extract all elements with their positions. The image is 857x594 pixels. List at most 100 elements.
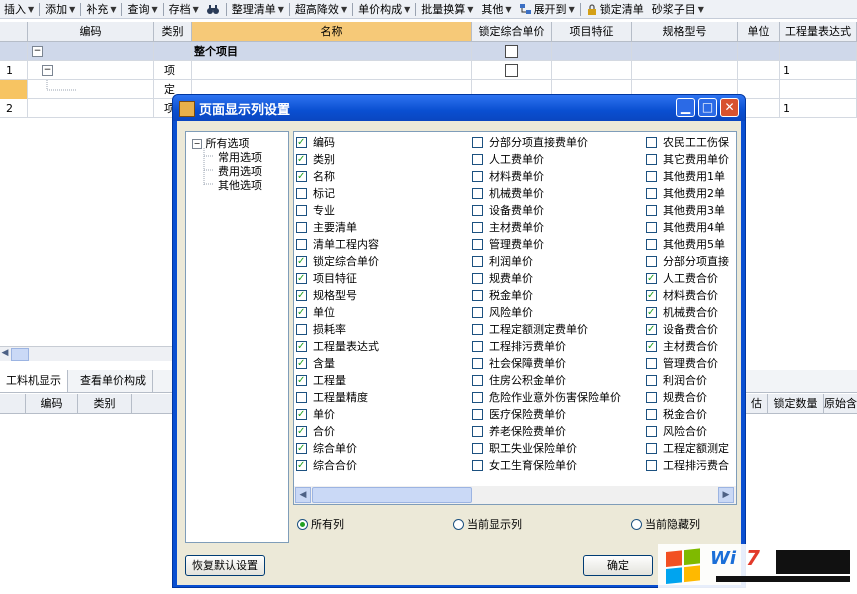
minimize-button[interactable]: ▁ <box>676 98 695 117</box>
scroll-left-arrow-icon[interactable]: ◀ <box>295 487 311 503</box>
toolbar-binoculars[interactable] <box>203 0 225 18</box>
checkbox-icon[interactable] <box>472 222 483 233</box>
toolbar-query[interactable]: 查询 ▼ <box>123 0 161 18</box>
toolbar-height-efficiency[interactable]: 超高降效 ▼ <box>291 0 351 18</box>
toolbar-expand-to[interactable]: 展开到 ▼ <box>516 0 579 18</box>
maximize-button[interactable]: □ <box>698 98 717 117</box>
toolbar-unit-price[interactable]: 单价构成 ▼ <box>354 0 414 18</box>
radio-button-icon[interactable] <box>631 519 642 530</box>
checkbox-icon[interactable] <box>472 358 483 369</box>
checkbox-icon[interactable] <box>646 358 657 369</box>
checkbox-icon[interactable] <box>296 324 307 335</box>
ok-button[interactable]: 确定 <box>583 555 653 576</box>
checkbox-icon[interactable] <box>646 322 657 338</box>
checkbox-icon[interactable] <box>646 171 657 182</box>
dialog-title-bar[interactable]: 页面显示列设置 ▁ □ ✕ <box>173 95 745 121</box>
checkbox-icon[interactable] <box>296 152 307 168</box>
checkbox-icon[interactable] <box>646 392 657 403</box>
table-row-project[interactable]: − 整个项目 <box>0 42 857 61</box>
checkbox-icon[interactable] <box>646 205 657 216</box>
checkbox-icon[interactable] <box>296 424 307 440</box>
radio-button-icon[interactable] <box>453 519 464 530</box>
radio-all-columns[interactable]: 所有列 <box>297 517 344 533</box>
checkbox-icon[interactable] <box>472 188 483 199</box>
checkbox-icon[interactable] <box>472 443 483 454</box>
checkbox-icon[interactable] <box>472 205 483 216</box>
checkbox-icon[interactable] <box>646 375 657 386</box>
grid-header-unit[interactable]: 单位 <box>738 22 780 41</box>
toolbar-insert[interactable]: 插入 ▼ <box>0 0 38 18</box>
grid-header-spec[interactable]: 规格型号 <box>632 22 738 41</box>
collapse-icon[interactable]: − <box>32 46 43 57</box>
checkbox-icon[interactable] <box>296 254 307 270</box>
lower-header-estimate[interactable]: 估 <box>746 394 768 413</box>
checkbox-icon[interactable] <box>646 256 657 267</box>
checkbox-icon[interactable] <box>296 188 307 199</box>
checkbox-icon[interactable] <box>472 409 483 420</box>
checkbox-icon[interactable] <box>472 341 483 352</box>
checkbox-icon[interactable] <box>296 135 307 151</box>
checkbox-icon[interactable] <box>646 188 657 199</box>
toolbar-other[interactable]: 其他 ▼ <box>477 0 515 18</box>
scroll-thumb[interactable] <box>312 487 472 503</box>
checkbox-icon[interactable] <box>646 426 657 437</box>
radio-hidden-columns[interactable]: 当前隐藏列 <box>631 517 700 533</box>
lock-price-checkbox[interactable] <box>505 64 518 77</box>
toolbar-organize-list[interactable]: 整理清单 ▼ <box>228 0 288 18</box>
checkbox-icon[interactable] <box>296 458 307 474</box>
checkbox-icon[interactable] <box>646 222 657 233</box>
toolbar-add[interactable]: 添加 ▼ <box>41 0 79 18</box>
checkbox-icon[interactable] <box>296 222 307 233</box>
grid-horizontal-scrollbar[interactable]: ◀ <box>0 346 172 361</box>
checkbox-icon[interactable] <box>472 324 483 335</box>
checkbox-icon[interactable] <box>296 441 307 457</box>
toolbar-lock-list[interactable]: 锁定清单 <box>582 0 648 18</box>
checkbox-icon[interactable] <box>472 137 483 148</box>
checkbox-icon[interactable] <box>472 392 483 403</box>
tab-unit-price-breakdown[interactable]: 查看单价构成 <box>74 370 153 392</box>
checkbox-icon[interactable] <box>296 407 307 423</box>
grid-header-type[interactable]: 类别 <box>154 22 192 41</box>
checkbox-icon[interactable] <box>472 273 483 284</box>
checkbox-icon[interactable] <box>296 205 307 216</box>
checkbox-icon[interactable] <box>646 305 657 321</box>
checkbox-icon[interactable] <box>646 460 657 471</box>
restore-defaults-button[interactable]: 恢复默认设置 <box>185 555 265 576</box>
tab-labor-material[interactable]: 工料机显示 <box>0 370 68 392</box>
grid-header-feature[interactable]: 项目特征 <box>552 22 632 41</box>
checkbox-icon[interactable] <box>472 256 483 267</box>
collapse-icon[interactable]: − <box>42 65 53 76</box>
scroll-right-arrow-icon[interactable]: ▶ <box>718 487 734 503</box>
checkbox-icon[interactable] <box>296 288 307 304</box>
checkbox-icon[interactable] <box>296 305 307 321</box>
checkbox-icon[interactable] <box>296 271 307 287</box>
checkbox-icon[interactable] <box>472 154 483 165</box>
checkbox-icon[interactable] <box>646 137 657 148</box>
checkbox-icon[interactable] <box>646 239 657 250</box>
checkbox-icon[interactable] <box>296 373 307 389</box>
grid-header-locked-price[interactable]: 锁定综合单价 <box>472 22 552 41</box>
radio-shown-columns[interactable]: 当前显示列 <box>453 517 522 533</box>
grid-header-name[interactable]: 名称 <box>192 22 472 41</box>
checkbox-icon[interactable] <box>472 426 483 437</box>
lower-header-type[interactable]: 类别 <box>78 394 132 413</box>
radio-button-icon[interactable] <box>297 519 308 530</box>
toolbar-supplement[interactable]: 补充 ▼ <box>82 0 120 18</box>
checkbox-icon[interactable] <box>646 288 657 304</box>
toolbar-batch-convert[interactable]: 批量换算 ▼ <box>417 0 477 18</box>
checklist-horizontal-scrollbar[interactable]: ◀ ▶ <box>294 486 736 504</box>
checkbox-icon[interactable] <box>646 443 657 454</box>
checkbox-icon[interactable] <box>296 356 307 372</box>
table-row[interactable]: 1 − 项 1 <box>0 61 857 80</box>
checkbox-icon[interactable] <box>472 375 483 386</box>
lower-header-original[interactable]: 原始含 <box>824 394 857 413</box>
close-button[interactable]: ✕ <box>720 98 739 117</box>
toolbar-mortar-sub[interactable]: 砂浆子目 ▼ <box>648 0 708 18</box>
lower-header-locked-qty[interactable]: 锁定数量 <box>768 394 824 413</box>
checkbox-icon[interactable] <box>646 154 657 165</box>
grid-header-quantity-expr[interactable]: 工程量表达式 <box>780 22 857 41</box>
checkbox-icon[interactable] <box>296 339 307 355</box>
checkbox-icon[interactable] <box>472 460 483 471</box>
checkbox-icon[interactable] <box>296 169 307 185</box>
checkbox-icon[interactable] <box>472 171 483 182</box>
